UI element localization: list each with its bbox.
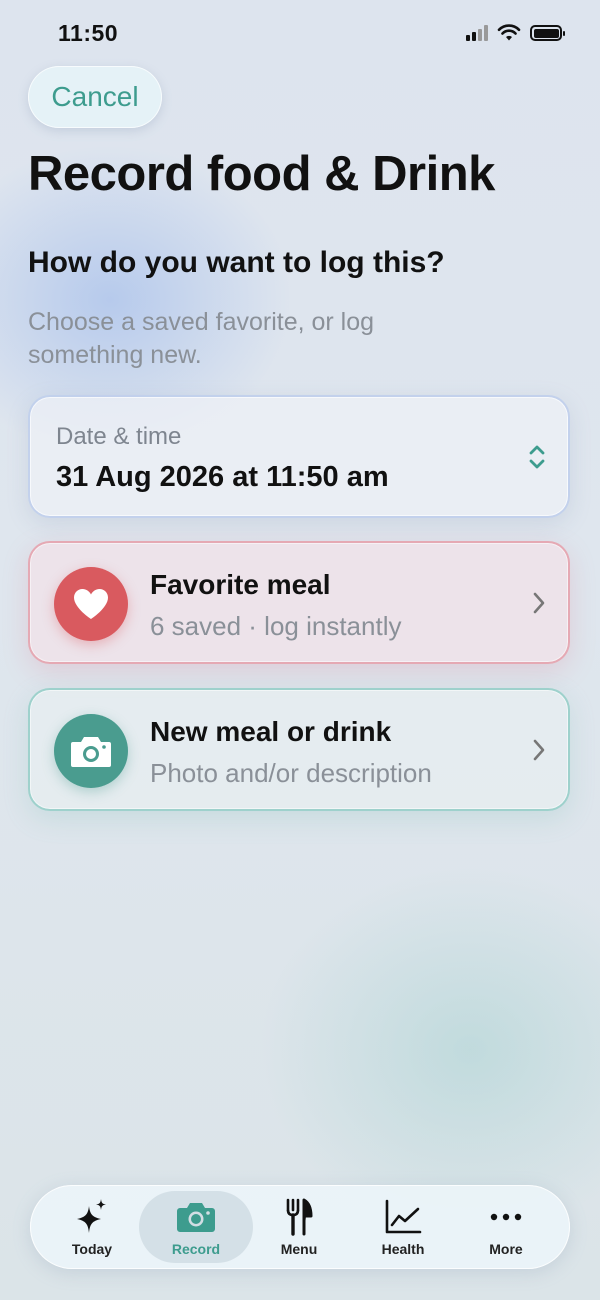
cancel-button[interactable]: Cancel (28, 66, 162, 128)
tab-today-label: Today (71, 1241, 113, 1257)
log-question: How do you want to log this? (28, 246, 445, 279)
wifi-icon (497, 24, 521, 41)
tab-health[interactable]: Health (353, 1191, 453, 1263)
tab-menu-label: Menu (280, 1241, 318, 1257)
favorite-meal-title: Favorite meal (150, 569, 331, 600)
log-subtitle: Choose a saved favorite, or log somethin… (28, 308, 375, 369)
tab-more[interactable]: More (456, 1191, 556, 1263)
date-time-label: Date & time (56, 423, 182, 450)
tab-more-label: More (489, 1241, 523, 1257)
status-time: 11:50 (58, 20, 119, 46)
heart-icon (74, 589, 108, 619)
status-icons (466, 24, 565, 42)
battery-icon (530, 25, 565, 41)
new-meal-icon-circle (54, 714, 128, 788)
sparkle-icon (77, 1199, 106, 1233)
chart-line-icon (385, 1199, 422, 1234)
ellipsis-icon (490, 1213, 522, 1221)
date-time-picker[interactable]: Date & time 31 Aug 2026 at 11:50 am (28, 395, 570, 518)
new-meal-subtitle: Photo and/or description (150, 758, 432, 788)
chevron-up-down-icon (529, 445, 545, 469)
date-time-value: 31 Aug 2026 at 11:50 am (56, 461, 389, 493)
tab-bar: Today Record Menu Health More (30, 1185, 570, 1269)
tab-today[interactable]: Today (42, 1191, 142, 1263)
new-meal-title: New meal or drink (150, 716, 392, 747)
favorite-meal-subtitle: 6 saved · log instantly (150, 611, 402, 641)
camera-icon (71, 737, 111, 767)
favorite-meal-option[interactable]: Favorite meal 6 saved · log instantly (28, 541, 570, 664)
page-title: Record food & Drink (28, 147, 495, 201)
tab-health-label: Health (381, 1241, 425, 1257)
chevron-right-icon (533, 739, 545, 761)
tab-menu[interactable]: Menu (249, 1191, 349, 1263)
tab-record[interactable]: Record (139, 1191, 253, 1263)
chevron-right-icon (533, 592, 545, 614)
fork-knife-icon (286, 1198, 313, 1236)
camera-icon (177, 1203, 215, 1232)
new-meal-option[interactable]: New meal or drink Photo and/or descripti… (28, 688, 570, 811)
tab-record-label: Record (171, 1241, 221, 1257)
favorite-icon-circle (54, 567, 128, 641)
signal-icon (466, 25, 488, 41)
